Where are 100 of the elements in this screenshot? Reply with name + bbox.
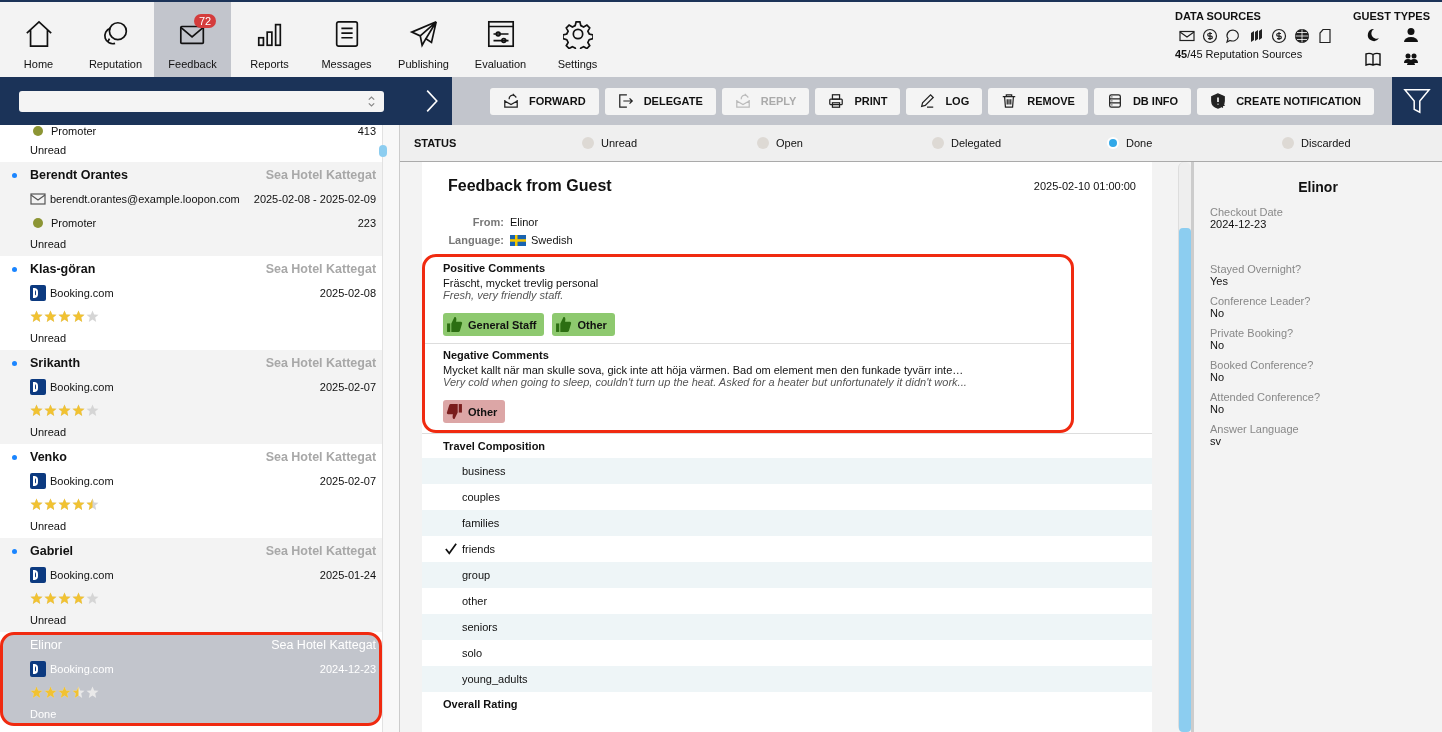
status-radio[interactable]: Unread — [582, 137, 757, 149]
select-field[interactable] — [19, 90, 384, 112]
star-icon — [30, 686, 43, 699]
status-radio[interactable]: Done — [1107, 137, 1282, 149]
nav-tab[interactable]: Messages — [308, 2, 385, 77]
funnel-icon — [1403, 87, 1431, 115]
thumbs-up-icon — [446, 316, 463, 333]
star-icon — [72, 592, 85, 605]
scrollbar-thumb[interactable] — [1179, 228, 1191, 732]
star-icon — [72, 498, 85, 511]
topic-tag[interactable]: Other — [552, 313, 615, 336]
hotel-name: Sea Hotel Kattegat — [265, 262, 377, 276]
guest-name: Berendt Orantes — [30, 168, 128, 182]
status-radio[interactable]: Delegated — [932, 137, 1107, 149]
feedback-datetime: 2025-02-10 01:00:00 — [1033, 180, 1136, 192]
source-text: berendt.orantes@example.loopon.com — [50, 193, 240, 206]
star-icon — [44, 592, 57, 605]
travel-option[interactable]: couples — [422, 484, 1152, 510]
star-icon — [44, 498, 57, 511]
travel-option[interactable]: business — [422, 458, 1152, 484]
star-icon — [72, 404, 85, 417]
field-label: Language: — [447, 234, 504, 246]
feedback-list-item[interactable]: Srikanth Sea Hotel Kattegat Booking.com 2025-02-07 Unread — [0, 350, 383, 444]
nav-tab[interactable]: Home — [0, 2, 77, 77]
star-icon — [30, 498, 43, 511]
star-icon — [58, 592, 71, 605]
star-icon — [86, 404, 99, 417]
status-radio[interactable]: Open — [757, 137, 932, 149]
section-title: Travel Composition — [442, 439, 547, 454]
source-text: Booking.com — [50, 569, 114, 581]
field-value: No — [1210, 339, 1226, 351]
star-icon — [58, 310, 71, 323]
nav-tab[interactable]: Settings — [539, 2, 616, 77]
travel-option[interactable]: seniors — [422, 614, 1152, 640]
person-icon[interactable] — [1402, 27, 1419, 43]
star-icon — [44, 310, 57, 323]
field-label: Checkout Date — [1210, 206, 1284, 218]
guest-name: Srikanth — [30, 356, 80, 370]
thumbs-down-icon — [446, 403, 463, 420]
toolbar-button[interactable]: FORWARD — [490, 87, 599, 115]
comment-text: Mycket kallt när man skulle sova, gick inte att höja värmen. Bad om element men den funkade tyvärr inte… — [443, 364, 965, 376]
status-label: STATUS — [414, 137, 458, 149]
scrollbar-thumb[interactable] — [379, 145, 388, 157]
nav-tab[interactable]: Reports — [231, 2, 308, 77]
field-label: Conference Leader? — [1210, 295, 1312, 307]
source-text: Booking.com — [50, 663, 114, 675]
status-radio[interactable]: Discarded — [1282, 137, 1351, 149]
guest-name: Klas-göran — [30, 262, 96, 276]
toolbar-button[interactable]: CREATE NOTIFICATION — [1197, 87, 1375, 115]
guest-name: Gabriel — [30, 544, 74, 558]
topic-tag[interactable]: General Staff — [443, 313, 545, 336]
feedback-list-item[interactable]: Berendt Orantes Sea Hotel Kattegat berendt.orantes@example.loopon.com 2025-02-08 - 2025-02-09 Promoter 223 Unread — [0, 162, 383, 256]
source-text: Booking.com — [50, 287, 114, 299]
field-label: Stayed Overnight? — [1210, 263, 1303, 275]
database-icon — [1106, 93, 1123, 109]
people-icon[interactable] — [1402, 51, 1419, 67]
open-book-icon[interactable] — [1364, 51, 1381, 67]
hotel-name: Sea Hotel Kattegat — [271, 638, 377, 652]
travel-option[interactable]: other — [422, 588, 1152, 614]
feedback-list-item[interactable]: Gabriel Sea Hotel Kattegat Booking.com 2025-01-24 Unread — [0, 538, 383, 632]
travel-option[interactable]: families — [422, 510, 1152, 536]
toolbar-button[interactable]: DELEGATE — [604, 87, 716, 115]
travel-option[interactable]: group — [422, 562, 1152, 588]
star-icon — [44, 686, 57, 699]
travel-option[interactable]: friends — [422, 536, 1152, 562]
hotel-name: Sea Hotel Kattegat — [265, 450, 377, 464]
globe-icon[interactable] — [1293, 28, 1310, 44]
status-text: Unread — [29, 426, 68, 438]
status-text: Unread — [29, 332, 68, 344]
star-icon — [72, 310, 85, 323]
nav-tab[interactable]: Publishing — [385, 2, 462, 77]
status-text: Unread — [29, 520, 68, 532]
filter-button[interactable] — [1392, 77, 1442, 125]
travel-option[interactable]: solo — [422, 640, 1152, 666]
nav-tab[interactable]: Reputation — [77, 2, 154, 77]
toolbar-button[interactable]: PRINT — [815, 87, 901, 115]
guest-name: Venko — [30, 450, 67, 464]
toolbar-button[interactable]: REMOVE — [988, 87, 1088, 115]
chat-bubble-icon[interactable] — [1224, 28, 1241, 44]
star-icon — [44, 404, 57, 417]
travel-option[interactable]: young_adults — [422, 666, 1152, 692]
guest-name: Elinor — [1297, 179, 1339, 195]
star-icon — [86, 592, 99, 605]
trash-icon — [1001, 93, 1018, 109]
sliders-icon — [485, 19, 516, 49]
settings-icon — [562, 19, 593, 49]
dollar-icon[interactable] — [1270, 28, 1287, 44]
nav-tab[interactable]: Evaluation — [462, 2, 539, 77]
toolbar-button[interactable]: DB INFO — [1093, 87, 1192, 115]
topic-tag[interactable]: Other — [443, 400, 506, 423]
envelope-icon[interactable] — [1178, 28, 1195, 44]
page-icon[interactable] — [1316, 28, 1333, 44]
dollar-icon[interactable] — [1201, 28, 1218, 44]
toolbar-button[interactable]: LOG — [906, 87, 983, 115]
nav-tab[interactable]: 72 Feedback — [154, 2, 231, 77]
star-icon — [86, 686, 99, 699]
status-text: Unread — [29, 238, 68, 250]
star-icon — [86, 310, 99, 323]
field-value: Yes — [1210, 275, 1229, 287]
chevron-right-icon[interactable] — [424, 87, 440, 115]
